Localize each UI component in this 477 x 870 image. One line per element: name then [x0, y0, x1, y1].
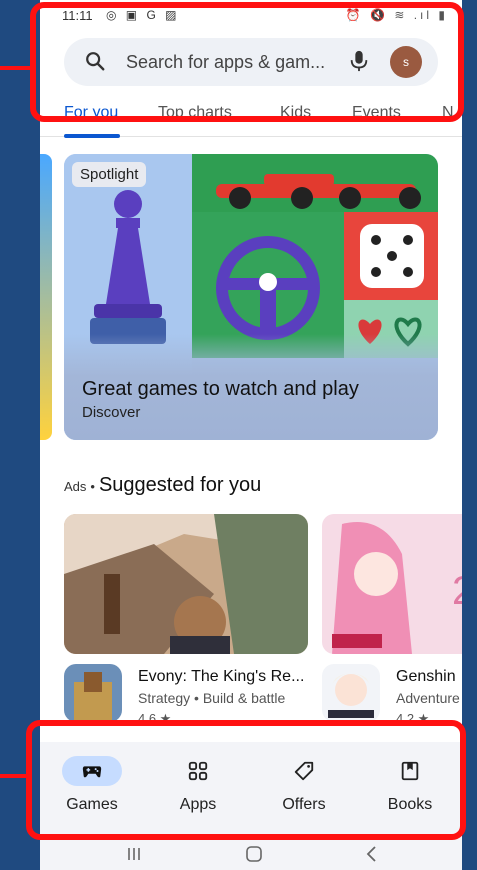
genshin-icon-art: [322, 664, 380, 722]
genshin-app-icon[interactable]: [322, 664, 380, 722]
spotlight-title: Great games to watch and play: [82, 378, 359, 400]
ads-label: Ads: [64, 479, 87, 494]
evony-app-meta: Strategy • Build & battle: [138, 690, 286, 706]
search-highlight-pointer: [0, 66, 32, 70]
home-icon[interactable]: [242, 842, 266, 866]
evony-icon-art: [64, 664, 122, 722]
evony-app-name[interactable]: Evony: The King's Re...: [138, 668, 304, 686]
tab-indicator: [64, 134, 120, 138]
suggested-section-header: Ads • Suggested for you: [64, 474, 261, 497]
separator-dot: •: [90, 479, 95, 494]
back-icon[interactable]: [360, 842, 384, 866]
section-title: Suggested for you: [98, 474, 262, 496]
genshin-app-meta: Adventure: [396, 690, 460, 706]
evony-app-icon[interactable]: [64, 664, 122, 722]
system-navigation-bar: [40, 838, 462, 870]
spotlight-card[interactable]: Spotlight Great games to watch and play …: [64, 154, 438, 440]
nav-highlight-pointer: [0, 774, 28, 778]
genshin-banner-art: 2: [322, 514, 462, 654]
evony-banner[interactable]: [64, 514, 308, 654]
recent-apps-icon[interactable]: [122, 842, 146, 866]
search-highlight-box: [30, 2, 464, 122]
svg-text:2: 2: [452, 569, 462, 613]
genshin-app-name[interactable]: Genshin: [396, 668, 456, 686]
previous-card-peek[interactable]: [40, 154, 52, 440]
spotlight-chip: Spotlight: [72, 162, 147, 187]
genshin-banner[interactable]: 2: [322, 514, 462, 654]
nav-highlight-box: [26, 720, 466, 840]
spotlight-subtitle: Discover: [82, 404, 141, 421]
evony-banner-art: [64, 514, 308, 654]
